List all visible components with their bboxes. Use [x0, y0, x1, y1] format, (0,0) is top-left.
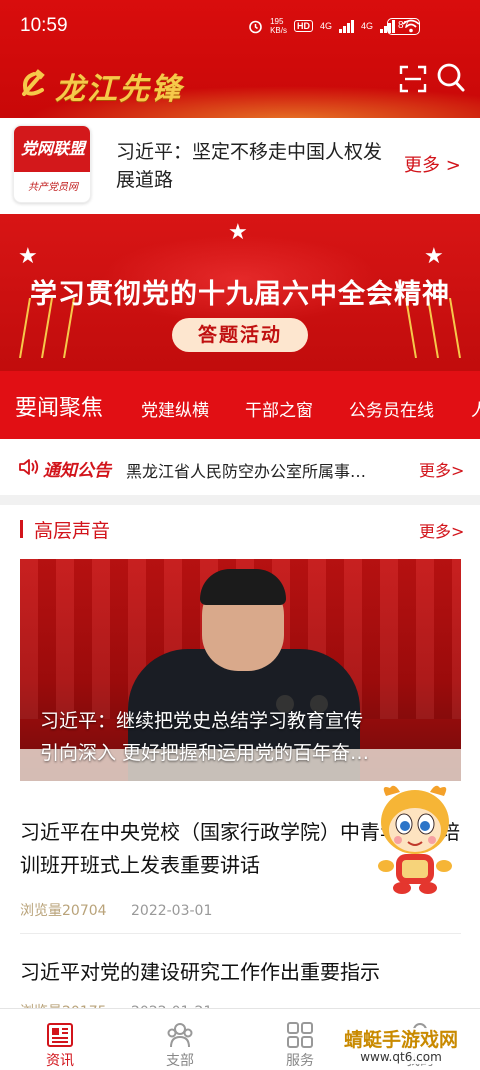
party-emblem-icon: [22, 69, 45, 96]
star-icon: ★: [18, 244, 38, 269]
battery-indicator: 87: [387, 18, 420, 35]
app-logo-text: 龙江先锋: [55, 72, 183, 107]
status-time: 10:59: [20, 15, 68, 36]
branch-icon: [167, 1023, 193, 1048]
notice-text[interactable]: 黑龙江省人民防空办公室所属事…: [126, 458, 396, 482]
nav-news-label: 资讯: [46, 1053, 74, 1069]
nav-news[interactable]: 资讯: [0, 1009, 120, 1070]
notice-more-link[interactable]: 更多>: [419, 457, 464, 481]
search-icon[interactable]: [436, 62, 466, 94]
party-alliance-card[interactable]: 党网联盟 共产党员网 习近平：坚定不移走中国人权发展道路 更多 >: [0, 118, 480, 214]
article-meta: 浏览量20704 2022-03-01: [20, 900, 461, 920]
signal-1-label: 4G: [319, 21, 332, 31]
tab-party-building[interactable]: 党建纵横: [141, 371, 209, 439]
dragon-mascot-icon[interactable]: [372, 782, 458, 898]
quiz-activity-button[interactable]: 答题活动: [172, 318, 308, 352]
banner-title: 学习贯彻党的十九届六中全会精神: [30, 279, 450, 310]
featured-caption-line-2: 引向深入 更好把握和运用党的百年奋…: [40, 742, 370, 764]
star-icon: ★: [424, 244, 444, 269]
site-watermark: 蜻蜓手游戏网 www.qt6.com: [338, 1028, 465, 1064]
signal-2-label: 4G: [360, 21, 373, 31]
section-divider: [0, 495, 480, 505]
article-date: 2022-03-01: [131, 903, 213, 919]
net-speed: 195 KB/s: [270, 17, 287, 35]
hd-badge: HD: [293, 20, 313, 32]
nav-branch-label: 支部: [166, 1053, 194, 1069]
alliance-logo-top: 党网联盟: [14, 126, 90, 172]
notice-bar[interactable]: 通知公告 黑龙江省人民防空办公室所属事… 更多>: [0, 439, 480, 495]
alliance-logo-bottom: 共产党员网: [28, 182, 78, 193]
notice-label: 通知公告: [43, 461, 111, 481]
star-icon: ★: [228, 220, 248, 245]
tab-more-partial[interactable]: 人: [471, 371, 480, 439]
speaker-figure-hair: [200, 569, 286, 605]
watermark-url: www.qt6.com: [360, 1050, 442, 1064]
app-header: 10:59 195 KB/s HD 4G 4G 87 龙江先锋: [0, 0, 480, 118]
section-title: 高层声音: [34, 520, 111, 542]
watermark-title: 蜻蜓手游戏网: [344, 1029, 459, 1051]
featured-caption: 习近平：继续把党史总结学习教育宣传 引向深入 更好把握和运用党的百年奋…: [40, 705, 445, 769]
section-more-link[interactable]: 更多>: [419, 518, 464, 542]
app-screen: 10:59 195 KB/s HD 4G 4G 87 龙江先锋 党网联盟 共产党…: [0, 0, 480, 1070]
article-title[interactable]: 习近平对党的建设研究工作作出重要指示: [20, 956, 461, 989]
net-speed-value: 195: [270, 17, 284, 26]
featured-article-image[interactable]: 习近平：继续把党史总结学习教育宣传 引向深入 更好把握和运用党的百年奋…: [20, 559, 461, 781]
tab-civil-servant[interactable]: 公务员在线: [349, 371, 434, 439]
nav-branch[interactable]: 支部: [120, 1009, 240, 1070]
status-bar: 10:59 195 KB/s HD 4G 4G 87: [0, 0, 480, 54]
services-icon: [287, 1022, 313, 1048]
signal-1-icon: [338, 19, 354, 33]
news-icon: [47, 1023, 73, 1047]
section-accent-bar: [20, 520, 23, 538]
scan-icon[interactable]: [398, 64, 428, 94]
tab-news-focus[interactable]: 要闻聚焦: [15, 371, 103, 439]
alliance-more-link[interactable]: 更多 >: [404, 151, 461, 177]
alarm-icon: [249, 20, 262, 33]
featured-caption-line-1: 习近平：继续把党史总结学习教育宣传: [40, 710, 364, 732]
article-separator: [20, 933, 461, 934]
tab-cadre-window[interactable]: 干部之窗: [245, 371, 313, 439]
party-alliance-logo: 党网联盟 共产党员网: [13, 125, 91, 203]
article-views: 浏览量20704: [20, 903, 107, 919]
category-tabs: 要闻聚焦 党建纵横 干部之窗 公务员在线 人: [0, 371, 480, 439]
net-speed-unit: KB/s: [270, 26, 287, 35]
promo-banner[interactable]: ★ ★ ★ 学习贯彻党的十九届六中全会精神 答题活动: [0, 214, 480, 371]
speaker-icon: [19, 459, 39, 475]
alliance-headline[interactable]: 习近平：坚定不移走中国人权发展道路: [116, 138, 391, 194]
